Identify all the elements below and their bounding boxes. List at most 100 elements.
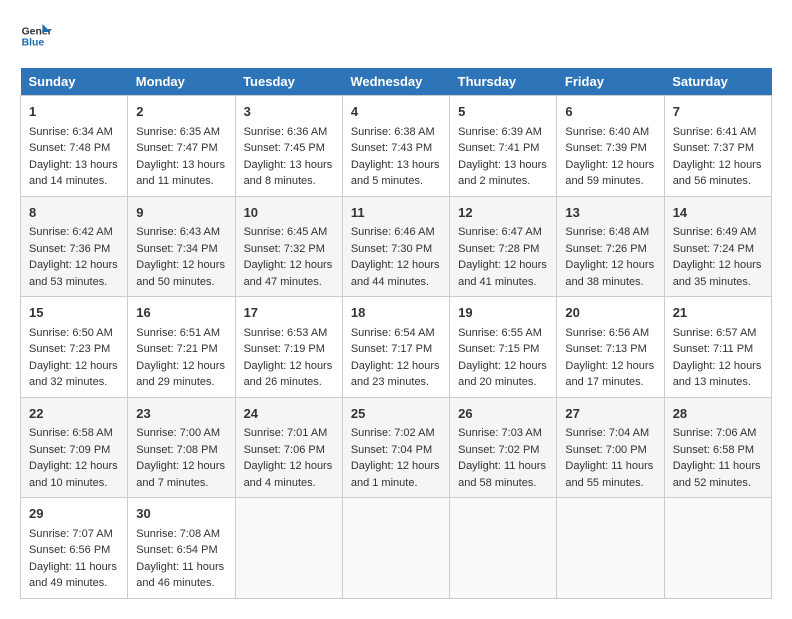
- day-number: 30: [136, 504, 226, 524]
- calendar-cell: 14 Sunrise: 6:49 AM Sunset: 7:24 PM Dayligh…: [664, 196, 771, 297]
- daylight-text: Daylight: 12 hours and 38 minutes.: [565, 259, 654, 288]
- daylight-text: Daylight: 11 hours and 55 minutes.: [565, 460, 653, 489]
- calendar-cell: 7Sunrise: 6:41 AMSunset: 7:37 PMDaylight…: [664, 96, 771, 197]
- week-row-2: 8Sunrise: 6:42 AMSunset: 7:36 PMDaylight…: [21, 196, 772, 297]
- day-number: 17: [244, 303, 334, 323]
- day-number: 22: [29, 404, 119, 424]
- sunrise-text: Sunrise: 6:36 AM: [244, 126, 328, 138]
- sunrise-text: Sunrise: 7:04 AM: [565, 427, 649, 439]
- calendar-cell: [664, 498, 771, 599]
- day-header-saturday: Saturday: [664, 68, 771, 96]
- daylight-text: Daylight: 13 hours and 8 minutes.: [244, 159, 333, 188]
- sunrise-text: Sunrise: 6:34 AM: [29, 126, 113, 138]
- calendar-cell: 10 Sunrise: 6:45 AM Sunset: 7:32 PM Dayligh…: [235, 196, 342, 297]
- sunset-text: Sunset: 7:06 PM: [244, 444, 325, 456]
- daylight-text: Daylight: 12 hours and 4 minutes.: [244, 460, 333, 489]
- day-header-tuesday: Tuesday: [235, 68, 342, 96]
- calendar-cell: 6Sunrise: 6:40 AMSunset: 7:39 PMDaylight…: [557, 96, 664, 197]
- daylight-text: Daylight: 12 hours and 35 minutes.: [673, 259, 762, 288]
- day-number: 10: [244, 203, 334, 223]
- daylight-text: Daylight: 11 hours and 58 minutes.: [458, 460, 546, 489]
- sunrise-text: Sunrise: 6:49 AM: [673, 226, 757, 238]
- sunset-text: Sunset: 7:47 PM: [136, 142, 217, 154]
- daylight-text: Daylight: 12 hours and 23 minutes.: [351, 360, 440, 389]
- sunset-text: Sunset: 7:21 PM: [136, 343, 217, 355]
- calendar-cell: 30Sunrise: 7:08 AMSunset: 6:54 PMDayligh…: [128, 498, 235, 599]
- calendar-cell: 4Sunrise: 6:38 AMSunset: 7:43 PMDaylight…: [342, 96, 449, 197]
- daylight-text: Daylight: 13 hours and 11 minutes.: [136, 159, 225, 188]
- week-row-5: 29Sunrise: 7:07 AMSunset: 6:56 PMDayligh…: [21, 498, 772, 599]
- sunrise-text: Sunrise: 6:47 AM: [458, 226, 542, 238]
- day-number: 13: [565, 203, 655, 223]
- day-number: 6: [565, 102, 655, 122]
- day-number: 7: [673, 102, 763, 122]
- day-header-sunday: Sunday: [21, 68, 128, 96]
- sunrise-text: Sunrise: 7:03 AM: [458, 427, 542, 439]
- calendar-cell: 13Sunrise: 6:48 AMSunset: 7:26 PMDayligh…: [557, 196, 664, 297]
- sunrise-text: Sunrise: 6:45 AM: [244, 226, 328, 238]
- daylight-text: Daylight: 12 hours and 10 minutes.: [29, 460, 118, 489]
- calendar-cell: 11Sunrise: 6:46 AMSunset: 7:30 PMDayligh…: [342, 196, 449, 297]
- sunset-text: Sunset: 7:26 PM: [565, 243, 646, 255]
- sunrise-text: Sunrise: 7:06 AM: [673, 427, 757, 439]
- day-number: 15: [29, 303, 119, 323]
- calendar-cell: 1Sunrise: 6:34 AMSunset: 7:48 PMDaylight…: [21, 96, 128, 197]
- calendar-cell: 8Sunrise: 6:42 AMSunset: 7:36 PMDaylight…: [21, 196, 128, 297]
- sunrise-text: Sunrise: 6:55 AM: [458, 327, 542, 339]
- sunrise-text: Sunrise: 7:08 AM: [136, 528, 220, 540]
- calendar-cell: 21Sunrise: 6:57 AMSunset: 7:11 PMDayligh…: [664, 297, 771, 398]
- week-row-1: 1Sunrise: 6:34 AMSunset: 7:48 PMDaylight…: [21, 96, 772, 197]
- calendar-cell: 27Sunrise: 7:04 AMSunset: 7:00 PMDayligh…: [557, 397, 664, 498]
- day-number: 14: [673, 203, 763, 223]
- sunset-text: Sunset: 7:32 PM: [244, 243, 325, 255]
- sunrise-text: Sunrise: 6:56 AM: [565, 327, 649, 339]
- day-number: 4: [351, 102, 441, 122]
- calendar-cell: 22Sunrise: 6:58 AMSunset: 7:09 PMDayligh…: [21, 397, 128, 498]
- sunrise-text: Sunrise: 6:57 AM: [673, 327, 757, 339]
- day-number: 26: [458, 404, 548, 424]
- sunset-text: Sunset: 7:15 PM: [458, 343, 539, 355]
- daylight-text: Daylight: 12 hours and 44 minutes.: [351, 259, 440, 288]
- daylight-text: Daylight: 11 hours and 49 minutes.: [29, 561, 117, 590]
- day-header-wednesday: Wednesday: [342, 68, 449, 96]
- logo-icon: General Blue: [20, 20, 52, 52]
- calendar-cell: 25Sunrise: 7:02 AMSunset: 7:04 PMDayligh…: [342, 397, 449, 498]
- sunrise-text: Sunrise: 6:38 AM: [351, 126, 435, 138]
- sunset-text: Sunset: 6:58 PM: [673, 444, 754, 456]
- daylight-text: Daylight: 12 hours and 29 minutes.: [136, 360, 225, 389]
- calendar-cell: 18Sunrise: 6:54 AMSunset: 7:17 PMDayligh…: [342, 297, 449, 398]
- calendar-cell: 28Sunrise: 7:06 AMSunset: 6:58 PMDayligh…: [664, 397, 771, 498]
- day-number: 21: [673, 303, 763, 323]
- sunset-text: Sunset: 6:56 PM: [29, 544, 110, 556]
- calendar-cell: 24Sunrise: 7:01 AMSunset: 7:06 PMDayligh…: [235, 397, 342, 498]
- calendar-cell: [235, 498, 342, 599]
- sunrise-text: Sunrise: 6:42 AM: [29, 226, 113, 238]
- sunset-text: Sunset: 7:37 PM: [673, 142, 754, 154]
- sunset-text: Sunset: 7:04 PM: [351, 444, 432, 456]
- sunset-text: Sunset: 7:30 PM: [351, 243, 432, 255]
- sunset-text: Sunset: 7:11 PM: [673, 343, 754, 355]
- sunrise-text: Sunrise: 7:01 AM: [244, 427, 328, 439]
- sunset-text: Sunset: 7:24 PM: [673, 243, 754, 255]
- calendar-cell: 9Sunrise: 6:43 AMSunset: 7:34 PMDaylight…: [128, 196, 235, 297]
- calendar-cell: [450, 498, 557, 599]
- sunset-text: Sunset: 7:41 PM: [458, 142, 539, 154]
- daylight-text: Daylight: 12 hours and 32 minutes.: [29, 360, 118, 389]
- header-row: SundayMondayTuesdayWednesdayThursdayFrid…: [21, 68, 772, 96]
- daylight-text: Daylight: 12 hours and 1 minute.: [351, 460, 440, 489]
- daylight-text: Daylight: 12 hours and 17 minutes.: [565, 360, 654, 389]
- calendar-cell: 29Sunrise: 7:07 AMSunset: 6:56 PMDayligh…: [21, 498, 128, 599]
- sunset-text: Sunset: 7:34 PM: [136, 243, 217, 255]
- calendar-cell: 23Sunrise: 7:00 AMSunset: 7:08 PMDayligh…: [128, 397, 235, 498]
- calendar-cell: 20Sunrise: 6:56 AMSunset: 7:13 PMDayligh…: [557, 297, 664, 398]
- day-number: 19: [458, 303, 548, 323]
- svg-text:Blue: Blue: [22, 38, 45, 49]
- sunset-text: Sunset: 6:54 PM: [136, 544, 217, 556]
- sunset-text: Sunset: 7:43 PM: [351, 142, 432, 154]
- sunset-text: Sunset: 7:23 PM: [29, 343, 110, 355]
- daylight-text: Daylight: 12 hours and 47 minutes.: [244, 259, 333, 288]
- week-row-4: 22Sunrise: 6:58 AMSunset: 7:09 PMDayligh…: [21, 397, 772, 498]
- day-number: 20: [565, 303, 655, 323]
- day-header-friday: Friday: [557, 68, 664, 96]
- day-number: 16: [136, 303, 226, 323]
